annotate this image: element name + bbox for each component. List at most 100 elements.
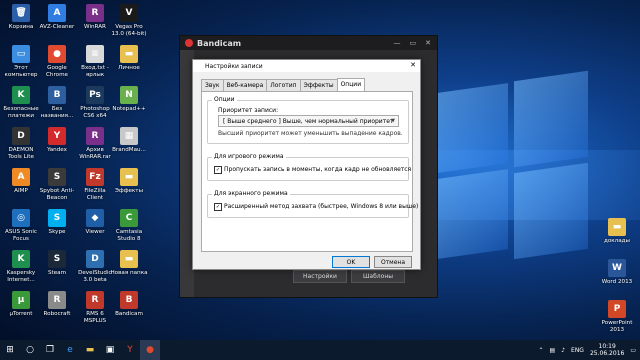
edge-icon[interactable]: e xyxy=(60,340,80,360)
app-icon: C xyxy=(120,209,138,227)
notifications-icon[interactable]: ▭ xyxy=(630,347,636,354)
screen-mode-group: Для экранного режима ✓ Расширенный метод… xyxy=(207,190,418,218)
desktop-icon-label: Безопасные платежи xyxy=(3,106,39,119)
app-icon: D xyxy=(86,250,104,268)
desktop-icon[interactable]: D DAEMON Tools Lite xyxy=(2,127,40,161)
desktop-icon[interactable]: ▬ Личное xyxy=(110,45,148,72)
minimize-icon[interactable]: — xyxy=(394,39,401,47)
desktop-icon[interactable]: µ µTorrent xyxy=(2,291,40,318)
desktop-icon-label: WinRAR xyxy=(84,24,106,30)
app-icon: ▬ xyxy=(120,250,138,268)
tab-options[interactable]: Опции xyxy=(336,78,366,92)
cancel-button[interactable]: Отмена xyxy=(374,256,412,268)
desktop-icon[interactable]: S Spybot Anti-Beacon xyxy=(38,168,76,202)
desktop-icon-label: Google Chrome xyxy=(46,65,68,78)
desktop-icon-label: AVZ-Cleaner xyxy=(39,24,75,30)
desktop-icon[interactable]: ● Google Chrome xyxy=(38,45,76,79)
desktop-icon[interactable]: 🗑 Корзина xyxy=(2,4,40,31)
desktop-icon[interactable]: K Kaspersky Internet... xyxy=(2,250,40,284)
maximize-icon[interactable]: ▭ xyxy=(410,39,417,47)
desktop-icon[interactable]: S Steam xyxy=(38,250,76,277)
yandex-icon[interactable]: Y xyxy=(120,340,140,360)
desktop-icon[interactable]: R RMS 6 MSPLUS xyxy=(76,291,114,325)
priority-hint: Высший приоритет может уменьшить выпаден… xyxy=(218,130,403,137)
ok-button[interactable]: OK xyxy=(332,256,370,268)
desktop-icon[interactable]: N Notepad++ xyxy=(110,86,148,113)
skip-frames-label[interactable]: Пропускать запись в моменты, когда кадр … xyxy=(224,166,411,173)
store-icon[interactable]: ▣ xyxy=(100,340,120,360)
desktop-icon[interactable]: R WinRAR xyxy=(76,4,114,31)
desktop-icon[interactable]: R Robocraft xyxy=(38,291,76,318)
start-icon[interactable]: ⊞ xyxy=(0,340,20,360)
bandicam-taskbar-icon[interactable]: ● xyxy=(140,340,160,360)
advanced-capture-checkbox[interactable]: ✓ xyxy=(214,203,222,211)
desktop-icon[interactable]: W Word 2013 xyxy=(598,259,636,286)
app-icon: ≡ xyxy=(86,45,104,63)
bandicam-logo-icon xyxy=(185,39,193,47)
file-explorer-icon[interactable]: ▬ xyxy=(80,340,100,360)
desktop-icon[interactable]: D DevelStudio 3.0 beta xyxy=(76,250,114,284)
priority-select-value: [ Выше среднего ] Выше, чем нормальный п… xyxy=(223,117,394,125)
screen-mode-group-title: Для экранного режима xyxy=(212,190,290,197)
game-mode-group-title: Для игрового режима xyxy=(212,153,286,160)
windows-logo-wallpaper xyxy=(438,70,588,260)
desktop-icon[interactable]: R Архив WinRAR.rar xyxy=(76,127,114,161)
desktop-icon[interactable]: ◆ Viewer xyxy=(76,209,114,236)
desktop-icon[interactable]: ▭ Этот компьютер xyxy=(2,45,40,79)
priority-select[interactable]: [ Выше среднего ] Выше, чем нормальный п… xyxy=(218,115,399,127)
language-indicator[interactable]: ENG xyxy=(571,347,584,354)
app-icon: W xyxy=(608,259,626,277)
desktop-icon[interactable]: B Bandicam xyxy=(110,291,148,318)
desktop-icon[interactable]: ◎ ASUS Sonic Focus xyxy=(2,209,40,243)
volume-icon[interactable]: ♪ xyxy=(561,347,565,354)
search-icon[interactable]: ○ xyxy=(20,340,40,360)
app-icon: µ xyxy=(12,291,30,309)
clock[interactable]: 10:19 25.06.2016 xyxy=(590,343,624,357)
dialog-titlebar[interactable]: Настройки записи ✕ xyxy=(193,60,420,72)
chevron-down-icon: ▼ xyxy=(391,118,395,124)
bandicam-titlebar[interactable]: Bandicam — ▭ ✕ xyxy=(180,36,437,50)
desktop-icon[interactable]: ▦ BrandMau... xyxy=(110,127,148,154)
close-icon[interactable]: ✕ xyxy=(410,61,416,69)
desktop-icon-label: Robocraft xyxy=(43,311,71,317)
advanced-capture-label[interactable]: Расширенный метод захвата (быстрее, Wind… xyxy=(224,203,418,210)
bandicam-templates-button[interactable]: Шаблоны xyxy=(351,270,405,283)
desktop-icon[interactable]: Ps Photoshop CS6 x64 xyxy=(76,86,114,120)
task-view-icon[interactable]: ❐ xyxy=(40,340,60,360)
desktop-icon[interactable]: ▬ доклады xyxy=(598,218,636,245)
app-icon: P xyxy=(608,300,626,318)
app-icon: B xyxy=(120,291,138,309)
desktop-icon[interactable]: Fz FileZilla Client xyxy=(76,168,114,202)
desktop-icon-label: PowerPoint 2013 xyxy=(601,320,633,333)
network-icon[interactable]: ▤ xyxy=(550,347,556,354)
desktop-icon[interactable]: K Безопасные платежи xyxy=(2,86,40,120)
desktop-icon[interactable]: C Camtasia Studio 8 xyxy=(110,209,148,243)
desktop-icon[interactable]: A AVZ-Cleaner xyxy=(38,4,76,31)
desktop-icon-label: Spybot Anti-Beacon xyxy=(39,188,75,201)
desktop-icon-label: RMS 6 MSPLUS xyxy=(83,311,107,324)
desktop-icon-label: ASUS Sonic Focus xyxy=(5,229,37,242)
desktop-icon[interactable]: S Skype xyxy=(38,209,76,236)
desktop-icon[interactable]: Y Yandex xyxy=(38,127,76,154)
app-icon: R xyxy=(86,4,104,22)
desktop-icon[interactable]: ▬ Эффекты xyxy=(110,168,148,195)
app-icon: D xyxy=(12,127,30,145)
desktop-icon[interactable]: P PowerPoint 2013 xyxy=(598,300,636,334)
desktop-icon-label: Skype xyxy=(48,229,66,235)
tray-chevron-icon[interactable]: ⌃ xyxy=(538,347,543,354)
desktop-icon-label: Steam xyxy=(47,270,67,276)
bandicam-settings-button[interactable]: Настройки xyxy=(293,270,347,283)
app-icon: ◎ xyxy=(12,209,30,227)
desktop-icon[interactable]: A AIMP xyxy=(2,168,40,195)
desktop-icon-label: Camtasia Studio 8 xyxy=(115,229,143,242)
skip-frames-checkbox[interactable]: ✓ xyxy=(214,166,222,174)
desktop-icon-label: AIMP xyxy=(14,188,28,194)
desktop-icon[interactable]: B Без названия... xyxy=(38,86,76,120)
desktop-icon[interactable]: V Vegas Pro 13.0 (64-bit) xyxy=(110,4,148,38)
close-icon[interactable]: ✕ xyxy=(425,39,431,47)
desktop-icon[interactable]: ▬ Новая папка xyxy=(110,250,148,277)
app-icon: ▬ xyxy=(608,218,626,236)
desktop-icon-label: BrandMau... xyxy=(112,147,146,153)
desktop-icon[interactable]: ≡ Вход.txt - ярлык xyxy=(76,45,114,79)
game-mode-group: Для игрового режима ✓ Пропускать запись … xyxy=(207,153,411,181)
